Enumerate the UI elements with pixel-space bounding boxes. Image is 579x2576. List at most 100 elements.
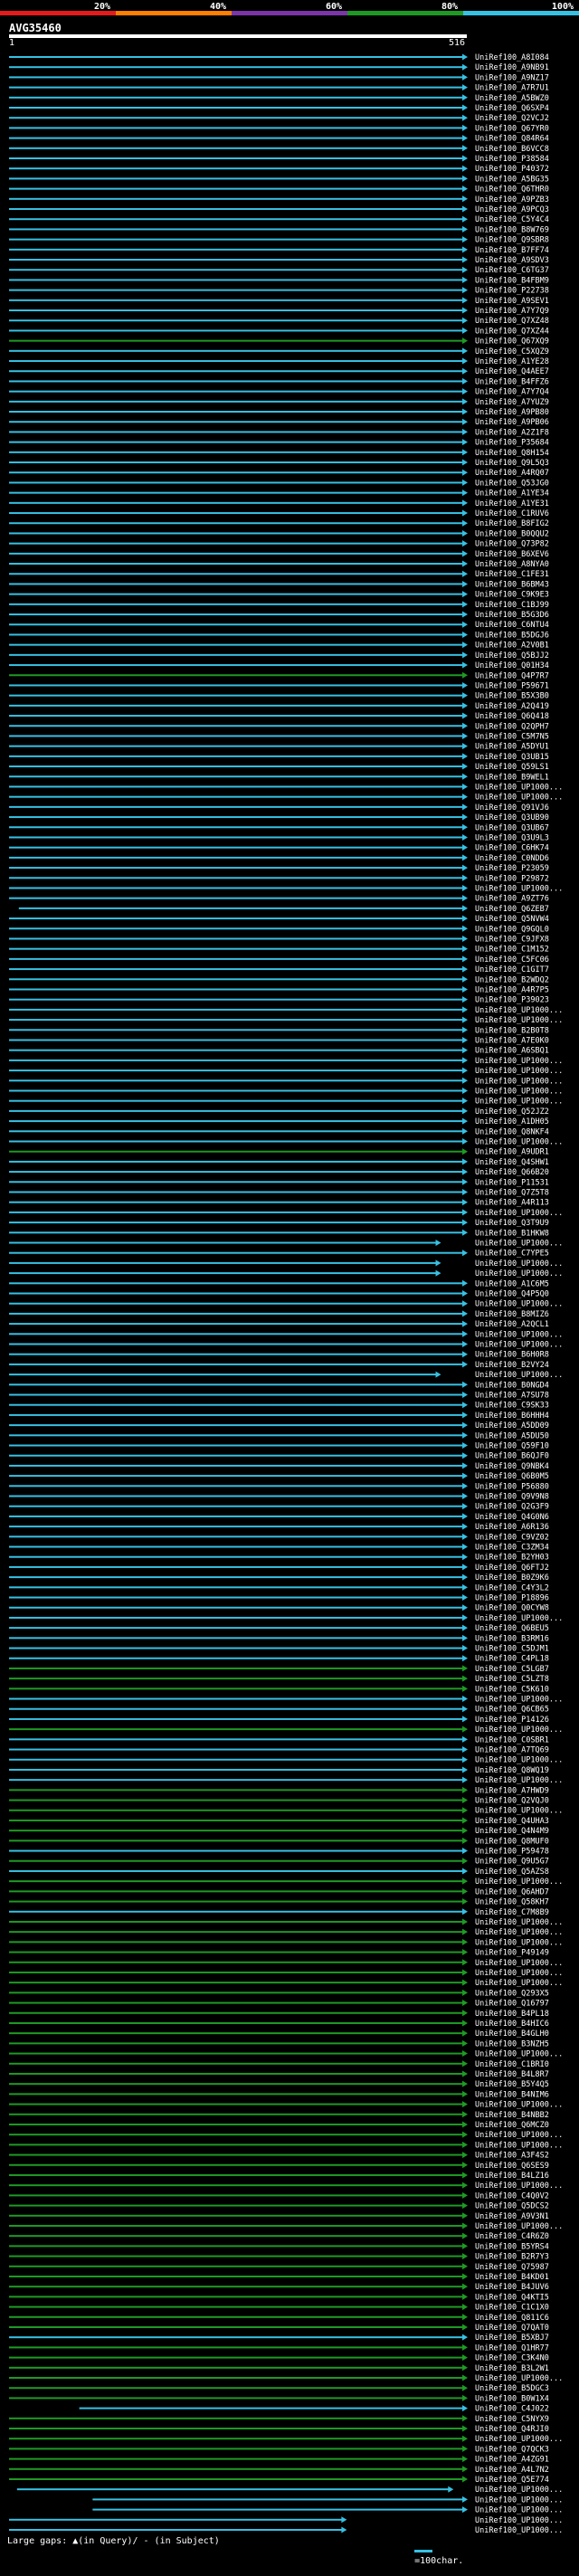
hit-row[interactable]: UniRef100_UP1000...: [9, 1371, 563, 1380]
hit-row[interactable]: UniRef100_B7FF74: [9, 246, 549, 255]
hit-label[interactable]: UniRef100_B8W769: [475, 225, 549, 234]
hit-label[interactable]: UniRef100_B6BM43: [475, 580, 549, 589]
hit-row[interactable]: UniRef100_P11531: [9, 1178, 549, 1187]
hit-label[interactable]: UniRef100_Q9GQL0: [475, 925, 549, 934]
hit-row[interactable]: UniRef100_B6QJF0: [9, 1452, 549, 1461]
hit-label[interactable]: UniRef100_B5G3D6: [475, 611, 549, 620]
hit-label[interactable]: UniRef100_Q9U5G7: [475, 1858, 549, 1867]
hit-label[interactable]: UniRef100_C1BJ99: [475, 601, 549, 610]
hit-label[interactable]: UniRef100_A9NB91: [475, 63, 549, 72]
hit-label[interactable]: UniRef100_B4NBB2: [475, 2111, 549, 2120]
hit-label[interactable]: UniRef100_UP1000...: [475, 1057, 563, 1066]
hit-label[interactable]: UniRef100_B1HKW8: [475, 1229, 549, 1238]
hit-label[interactable]: UniRef100_A9SDV3: [475, 256, 549, 265]
hit-label[interactable]: UniRef100_Q7XZ48: [475, 317, 549, 326]
hit-label[interactable]: UniRef100_B5DGJ6: [475, 631, 549, 640]
hit-label[interactable]: UniRef100_Q5DCS2: [475, 2202, 549, 2211]
hit-label[interactable]: UniRef100_C4PL18: [475, 1655, 549, 1664]
hit-row[interactable]: UniRef100_Q73P82: [9, 540, 549, 549]
hit-row[interactable]: UniRef100_B4GLH0: [9, 2029, 549, 2039]
hit-row[interactable]: UniRef100_UP1000...: [9, 1269, 563, 1278]
hit-label[interactable]: UniRef100_B6VCC8: [475, 145, 549, 154]
hit-label[interactable]: UniRef100_Q3UB90: [475, 813, 549, 822]
hit-label[interactable]: UniRef100_P23059: [475, 864, 549, 873]
hit-row[interactable]: UniRef100_Q84R64: [9, 135, 549, 144]
hit-label[interactable]: UniRef100_UP1000...: [475, 884, 563, 893]
hit-label[interactable]: UniRef100_A1DH05: [475, 1117, 549, 1126]
hit-row[interactable]: UniRef100_Q6B0M5: [9, 1472, 549, 1481]
hit-label[interactable]: UniRef100_B5YRS4: [475, 2242, 549, 2251]
hit-label[interactable]: UniRef100_Q6BEU5: [475, 1624, 549, 1633]
hit-row[interactable]: UniRef100_B2B0T8: [9, 1026, 549, 1035]
hit-label[interactable]: UniRef100_Q6FTJ2: [475, 1564, 549, 1573]
hit-row[interactable]: UniRef100_Q7XZ48: [9, 317, 549, 326]
hit-row[interactable]: UniRef100_Q3UB90: [9, 813, 549, 822]
hit-row[interactable]: UniRef100_P14126: [9, 1716, 549, 1725]
hit-row[interactable]: UniRef100_Q6BEU5: [9, 1624, 549, 1633]
hit-row[interactable]: UniRef100_UP1000...: [9, 884, 563, 893]
hit-row[interactable]: UniRef100_B4PL18: [9, 2010, 549, 2019]
hit-label[interactable]: UniRef100_Q1HR77: [475, 2343, 549, 2353]
hit-row[interactable]: UniRef100_B4JUV6: [9, 2283, 549, 2292]
hit-label[interactable]: UniRef100_A7SU78: [475, 1392, 549, 1401]
hit-row[interactable]: UniRef100_A5DD09: [9, 1421, 549, 1431]
hit-label[interactable]: UniRef100_B2B0T8: [475, 1026, 549, 1035]
hit-label[interactable]: UniRef100_C1BRI0: [475, 2060, 549, 2069]
hit-label[interactable]: UniRef100_P22738: [475, 287, 549, 296]
hit-row[interactable]: UniRef100_A5BG35: [9, 175, 549, 184]
hit-row[interactable]: UniRef100_P56880: [9, 1482, 549, 1491]
hit-label[interactable]: UniRef100_C5LGB7: [475, 1665, 549, 1674]
hit-row[interactable]: UniRef100_C1GIT7: [9, 965, 549, 974]
hit-row[interactable]: UniRef100_UP1000...: [9, 1067, 563, 1076]
hit-row[interactable]: UniRef100_A9PCQ3: [9, 205, 549, 214]
hit-row[interactable]: UniRef100_Q3T9U9: [9, 1219, 549, 1228]
hit-row[interactable]: UniRef100_A2Q419: [9, 702, 549, 711]
hit-label[interactable]: UniRef100_Q67YR0: [475, 124, 549, 133]
hit-row[interactable]: UniRef100_Q9SBR8: [9, 236, 549, 245]
hit-label[interactable]: UniRef100_UP1000...: [475, 2516, 563, 2525]
hit-row[interactable]: UniRef100_B0Z9K6: [9, 1573, 549, 1583]
hit-row[interactable]: UniRef100_B3L2W1: [9, 2364, 549, 2373]
hit-label[interactable]: UniRef100_B0QQU2: [475, 529, 549, 538]
hit-label[interactable]: UniRef100_UP1000...: [475, 1006, 563, 1015]
hit-row[interactable]: UniRef100_UP1000...: [9, 2141, 563, 2150]
hit-row[interactable]: UniRef100_A9SDV3: [9, 256, 549, 265]
hit-row[interactable]: UniRef100_C5LZT8: [9, 1675, 549, 1684]
hit-label[interactable]: UniRef100_C1GIT7: [475, 965, 549, 974]
hit-row[interactable]: UniRef100_Q8WQ19: [9, 1766, 549, 1775]
hit-row[interactable]: UniRef100_Q59LS1: [9, 763, 549, 772]
hit-label[interactable]: UniRef100_Q6SES9: [475, 2162, 549, 2171]
hit-label[interactable]: UniRef100_Q6AHD7: [475, 1887, 549, 1896]
hit-label[interactable]: UniRef100_UP1000...: [475, 2101, 563, 2110]
hit-label[interactable]: UniRef100_Q9NBK4: [475, 1462, 549, 1471]
hit-label[interactable]: UniRef100_UP1000...: [475, 2131, 563, 2140]
hit-label[interactable]: UniRef100_A5BWZ0: [475, 94, 549, 103]
hit-row[interactable]: UniRef100_UP1000...: [9, 1006, 563, 1015]
hit-label[interactable]: UniRef100_B3NZH5: [475, 2039, 549, 2048]
hit-row[interactable]: UniRef100_Q7QCK3: [9, 2445, 549, 2454]
hit-label[interactable]: UniRef100_B5DGC3: [475, 2384, 549, 2393]
hit-row[interactable]: UniRef100_UP1000...: [9, 1341, 563, 1350]
hit-label[interactable]: UniRef100_Q7XZ44: [475, 327, 549, 336]
hit-row[interactable]: UniRef100_UP1000...: [9, 1300, 563, 1309]
hit-row[interactable]: UniRef100_A7E0K0: [9, 1036, 549, 1045]
hit-label[interactable]: UniRef100_C6TG37: [475, 266, 549, 275]
hit-row[interactable]: UniRef100_Q7Z5T8: [9, 1188, 549, 1197]
hit-row[interactable]: UniRef100_A2V0B1: [9, 642, 549, 651]
hit-label[interactable]: UniRef100_B8FIG2: [475, 519, 549, 528]
hit-row[interactable]: UniRef100_Q59F10: [9, 1442, 549, 1451]
hit-label[interactable]: UniRef100_UP1000...: [475, 1098, 563, 1107]
hit-row[interactable]: UniRef100_UP1000...: [9, 1938, 563, 1947]
hit-row[interactable]: UniRef100_P22738: [9, 287, 549, 296]
hit-row[interactable]: UniRef100_UP1000...: [9, 1959, 563, 1968]
hit-row[interactable]: UniRef100_UP1000...: [9, 1877, 563, 1887]
hit-label[interactable]: UniRef100_B6QJF0: [475, 1452, 549, 1461]
hit-row[interactable]: UniRef100_UP1000...: [9, 1239, 563, 1248]
hit-label[interactable]: UniRef100_A7Y7Q4: [475, 388, 549, 397]
hit-label[interactable]: UniRef100_UP1000...: [475, 1016, 563, 1025]
hit-row[interactable]: UniRef100_B4LZ16: [9, 2172, 549, 2181]
hit-row[interactable]: UniRef100_B6VCC8: [9, 145, 549, 154]
hit-row[interactable]: UniRef100_P49149: [9, 1949, 549, 1958]
hit-label[interactable]: UniRef100_P29872: [475, 874, 549, 883]
hit-label[interactable]: UniRef100_Q811C6: [475, 2314, 549, 2323]
